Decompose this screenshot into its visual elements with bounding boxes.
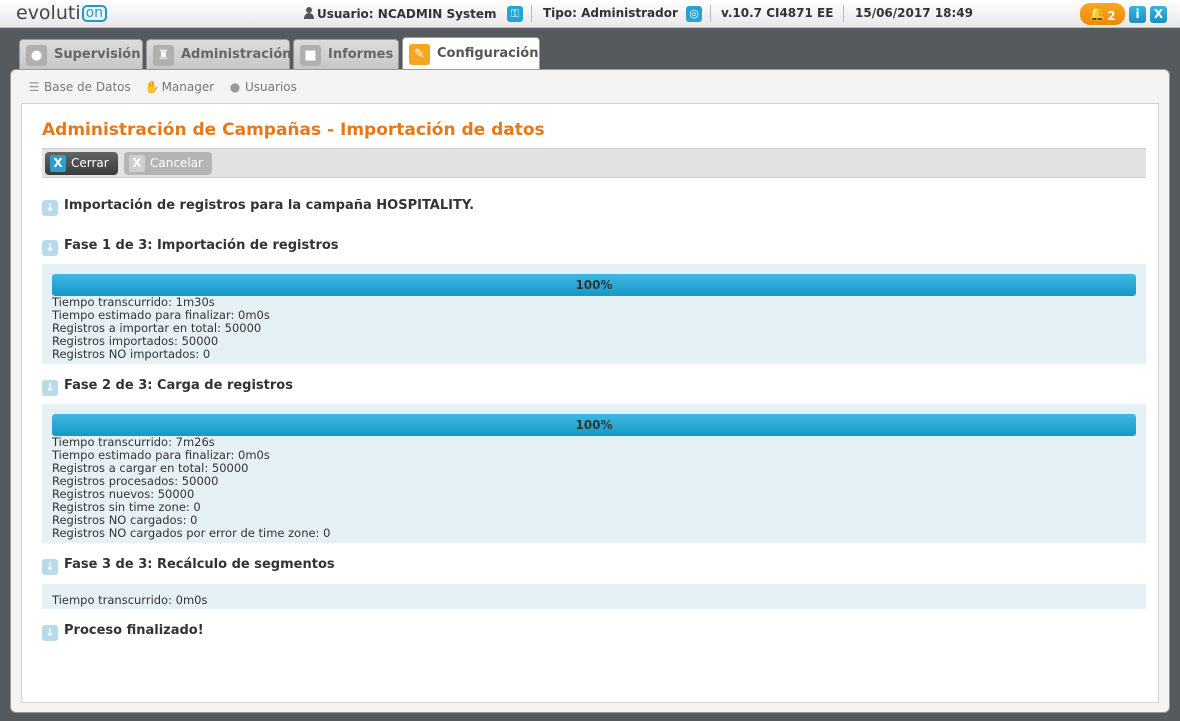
stat-line: Registros NO importados: 0 xyxy=(52,347,211,361)
arrow-down-icon: ↓ xyxy=(42,380,58,396)
phase1-title: Fase 1 de 3: Importación de registros xyxy=(64,238,339,253)
logo-text: evoluti xyxy=(16,2,81,24)
phase1-stats: Tiempo transcurrido: 1m30s Tiempo estima… xyxy=(52,296,270,361)
key-icon[interactable]: ⚿ xyxy=(507,6,523,22)
phase1-progress-bar: 100% xyxy=(52,274,1136,296)
arrow-down-icon: ↓ xyxy=(42,625,58,641)
chess-piece-icon: ♜ xyxy=(153,45,174,66)
phase1-heading: ↓ Fase 1 de 3: Importación de registros xyxy=(42,238,339,256)
info-button[interactable]: i xyxy=(1129,6,1146,23)
subnav-label: Manager xyxy=(161,80,215,94)
app-logo: evoluti on xyxy=(16,2,108,24)
subnav-label: Usuarios xyxy=(245,80,297,94)
separator xyxy=(843,5,844,22)
intro-text: Importación de registros para la campaña… xyxy=(64,198,475,213)
main-panel: ☰ Base de Datos ✋ Manager ● Usuarios Admini… xyxy=(10,69,1170,713)
subnav-item-database[interactable]: ☰ Base de Datos xyxy=(27,80,131,94)
close-button-label: Cerrar xyxy=(71,156,109,170)
version-label: v.10.7 CI4871 EE xyxy=(721,6,834,20)
final-text: Proceso finalizado! xyxy=(64,623,204,638)
close-session-button[interactable]: X xyxy=(1150,6,1167,23)
cancel-icon: X xyxy=(129,155,145,172)
action-toolbar: X Cerrar X Cancelar xyxy=(42,148,1146,178)
type-label: Tipo: Administrador xyxy=(543,6,678,20)
wrench-icon: ✎ xyxy=(409,44,430,65)
tab-supervision[interactable]: ● Supervisión xyxy=(19,39,143,70)
phase3-heading: ↓ Fase 3 de 3: Recálculo de segmentos xyxy=(42,557,335,575)
stat-line: Registros NO cargados por error de time … xyxy=(52,526,331,540)
tab-label: Informes xyxy=(328,47,394,62)
progress-label: 100% xyxy=(575,418,613,432)
intro-heading: ↓ Importación de registros para la campañ… xyxy=(42,198,475,216)
top-bar: evoluti on Usuario: NCADMIN System ⚿ Tipo… xyxy=(0,0,1180,28)
cancel-button-label: Cancelar xyxy=(150,156,203,170)
progress-label: 100% xyxy=(575,278,613,292)
arrow-down-icon: ↓ xyxy=(42,559,58,575)
subnav-item-users[interactable]: ● Usuarios xyxy=(228,80,297,94)
subnav-item-manager[interactable]: ✋ Manager xyxy=(145,80,215,94)
tab-configuracion[interactable]: ✎ Configuración xyxy=(402,37,540,70)
logo-badge: on xyxy=(81,5,108,22)
final-heading: ↓ Proceso finalizado! xyxy=(42,623,204,641)
user-icon xyxy=(304,7,314,19)
separator xyxy=(710,5,711,22)
briefcase-icon: ■ xyxy=(300,45,321,66)
tab-administracion[interactable]: ♜ Administración xyxy=(146,39,292,70)
datetime-label: 15/06/2017 18:49 xyxy=(855,6,973,20)
user-label: Usuario: NCADMIN System xyxy=(317,7,497,21)
database-icon: ☰ xyxy=(28,80,40,94)
notifications-button[interactable]: 🔔 2 xyxy=(1080,3,1125,25)
globe-icon[interactable]: ◎ xyxy=(686,6,702,22)
sub-navigation: ☰ Base de Datos ✋ Manager ● Usuarios xyxy=(27,80,307,94)
arrow-down-icon: ↓ xyxy=(42,240,58,256)
phase2-progress-bar: 100% xyxy=(52,414,1136,436)
notification-count: 2 xyxy=(1107,9,1116,23)
person-icon: ● xyxy=(26,45,47,66)
page-title: Administración de Campañas - Importación… xyxy=(42,120,545,140)
phase2-heading: ↓ Fase 2 de 3: Carga de registros xyxy=(42,378,293,396)
user-icon: ● xyxy=(229,80,241,94)
bell-icon: 🔔 xyxy=(1089,7,1106,22)
phase1-box: 100% Tiempo transcurrido: 1m30s Tiempo e… xyxy=(42,264,1146,364)
hand-icon: ✋ xyxy=(144,80,160,94)
phase2-box: 100% Tiempo transcurrido: 7m26s Tiempo e… xyxy=(42,404,1146,543)
content-area: Administración de Campañas - Importación… xyxy=(21,103,1159,703)
close-button[interactable]: X Cerrar xyxy=(45,152,118,175)
tab-label: Supervisión xyxy=(54,47,141,62)
arrow-down-icon: ↓ xyxy=(42,200,58,216)
separator xyxy=(531,5,532,22)
tab-label: Configuración xyxy=(437,46,539,61)
subnav-label: Base de Datos xyxy=(44,80,131,94)
user-info: Usuario: NCADMIN System xyxy=(304,6,497,21)
phase2-stats: Tiempo transcurrido: 7m26s Tiempo estima… xyxy=(52,436,330,540)
close-icon: X xyxy=(50,155,66,172)
tab-label: Administración xyxy=(181,47,292,62)
tab-informes[interactable]: ■ Informes xyxy=(293,39,399,70)
phase2-title: Fase 2 de 3: Carga de registros xyxy=(64,378,293,393)
phase3-title: Fase 3 de 3: Recálculo de segmentos xyxy=(64,557,335,572)
cancel-button[interactable]: X Cancelar xyxy=(124,152,212,175)
stat-line: Tiempo transcurrido: 0m0s xyxy=(52,593,208,607)
phase3-stats: Tiempo transcurrido: 0m0s xyxy=(52,594,207,607)
phase3-box: Tiempo transcurrido: 0m0s xyxy=(42,584,1146,609)
